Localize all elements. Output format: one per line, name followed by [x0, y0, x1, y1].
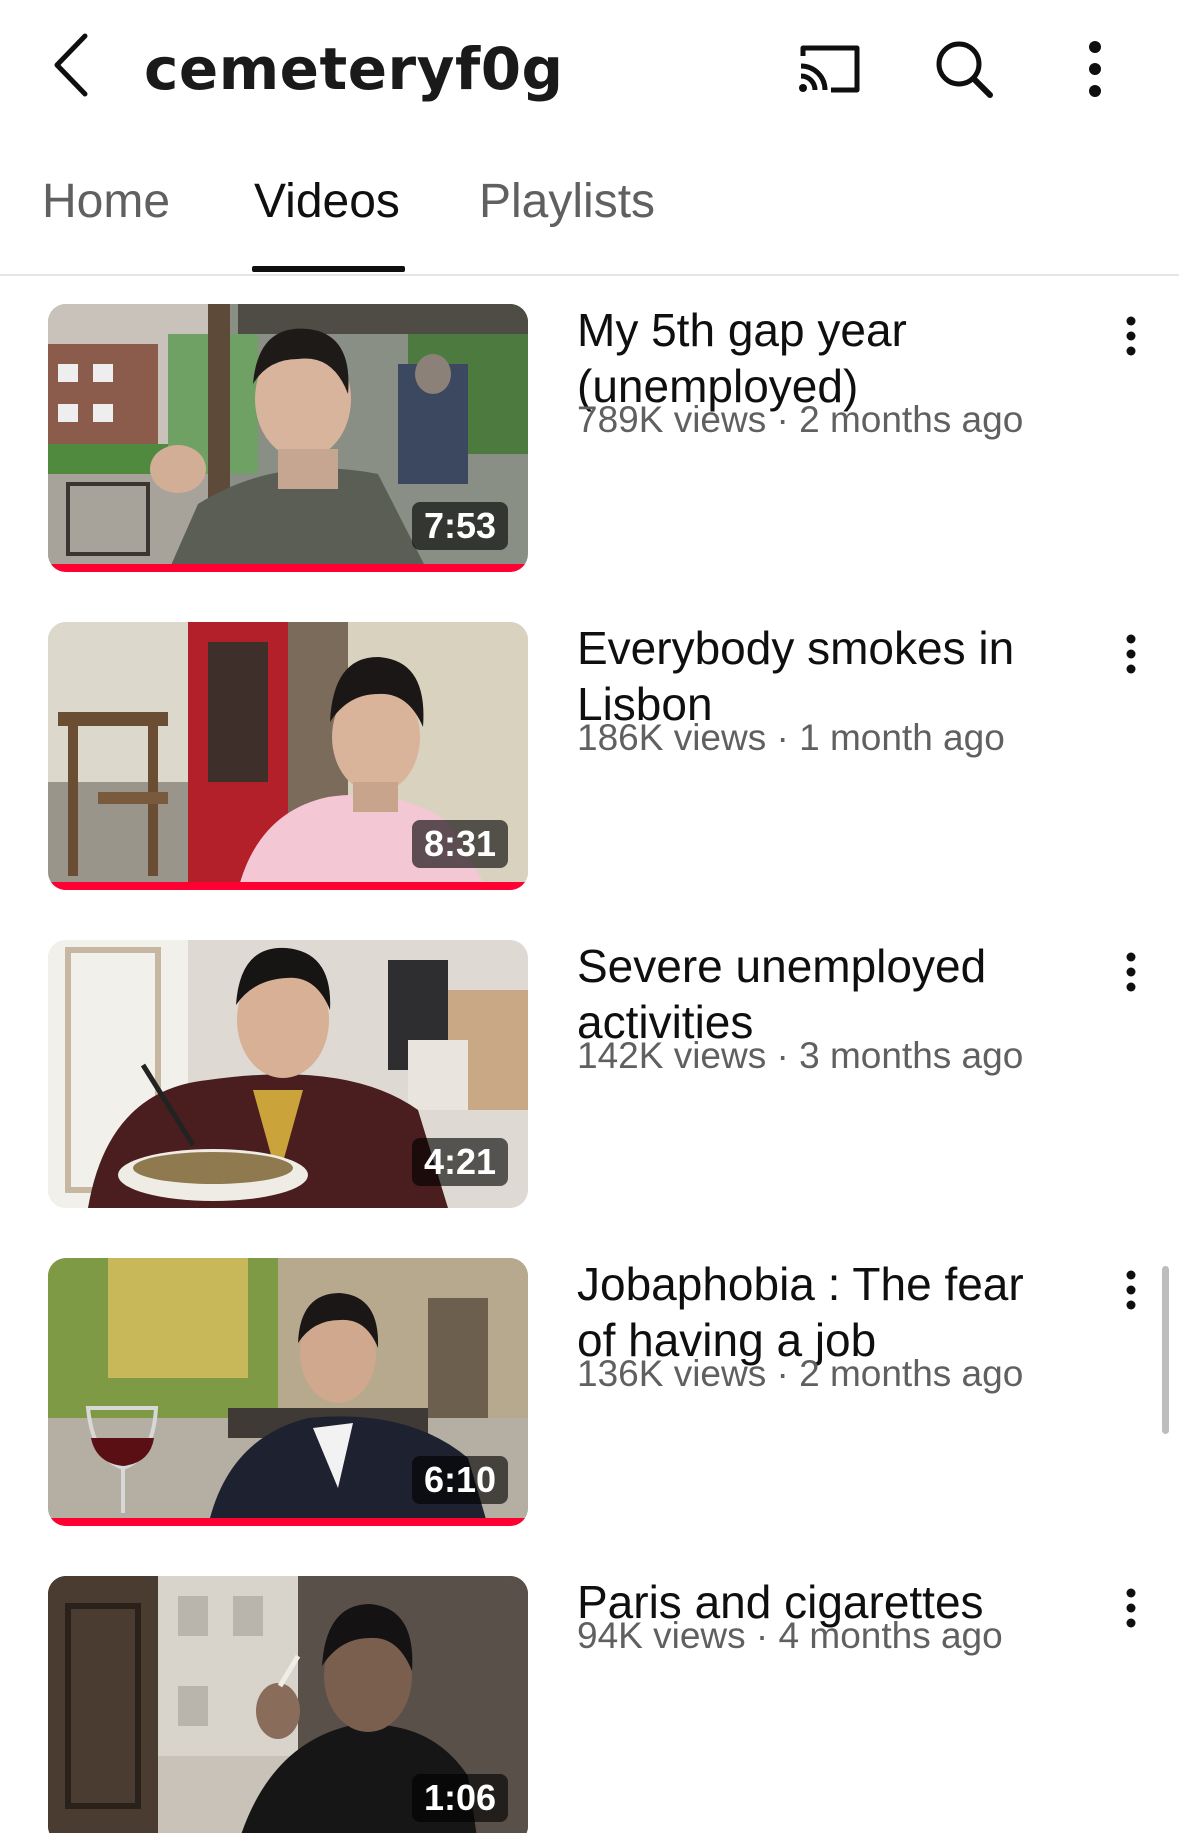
cast-button[interactable] [794, 34, 866, 104]
video-thumbnail[interactable]: 4:21 [48, 940, 528, 1208]
video-duration: 1:06 [411, 1774, 508, 1822]
video-metadata: 186K views · 1 month ago [577, 717, 1005, 758]
search-button[interactable] [928, 34, 1000, 104]
tab-videos[interactable]: Videos [254, 172, 400, 232]
video-item[interactable]: 7:53 My 5th gap year (unemployed) 789K v… [0, 276, 1179, 594]
video-more-button[interactable] [1106, 942, 1156, 1002]
more-vert-icon [1089, 41, 1101, 97]
video-thumbnail[interactable]: 7:53 [48, 304, 528, 572]
video-thumbnail[interactable]: 8:31 [48, 622, 528, 890]
video-duration: 4:21 [411, 1138, 508, 1186]
video-duration: 6:10 [411, 1456, 508, 1504]
more-vert-icon [1126, 1588, 1136, 1628]
video-item[interactable]: 1:06 Paris and cigarettes 94K views · 4 … [0, 1548, 1179, 1833]
video-duration: 8:31 [411, 820, 508, 868]
more-vert-icon [1126, 634, 1136, 674]
video-metadata: 789K views · 2 months ago [577, 399, 1024, 440]
more-vert-icon [1126, 316, 1136, 356]
channel-tabs: Home Videos Playlists [0, 150, 1179, 276]
more-vert-icon [1126, 1270, 1136, 1310]
tab-playlists[interactable]: Playlists [479, 172, 655, 232]
video-metadata: 94K views · 4 months ago [577, 1615, 1003, 1656]
watch-progress-bar [48, 882, 528, 890]
video-more-button[interactable] [1106, 1260, 1156, 1320]
video-more-button[interactable] [1106, 624, 1156, 684]
video-more-button[interactable] [1106, 1578, 1156, 1638]
video-metadata: 136K views · 2 months ago [577, 1353, 1024, 1394]
back-icon [54, 33, 88, 97]
more-options-button[interactable] [1060, 34, 1130, 104]
cast-icon [799, 45, 860, 93]
video-item[interactable]: 8:31 Everybody smokes in Lisbon 186K vie… [0, 594, 1179, 912]
tab-home[interactable]: Home [42, 172, 170, 232]
watch-progress-bar [48, 1518, 528, 1526]
channel-name: cemeteryf0g [144, 35, 564, 103]
video-more-button[interactable] [1106, 306, 1156, 366]
video-thumbnail[interactable]: 1:06 [48, 1576, 528, 1833]
search-icon [936, 41, 993, 98]
scrollbar[interactable] [1162, 1266, 1169, 1434]
back-button[interactable] [40, 30, 102, 100]
more-vert-icon [1126, 952, 1136, 992]
video-metadata: 142K views · 3 months ago [577, 1035, 1024, 1076]
top-app-bar: cemeteryf0g [0, 0, 1179, 140]
video-list[interactable]: 7:53 My 5th gap year (unemployed) 789K v… [0, 276, 1179, 1833]
video-item[interactable]: 4:21 Severe unemployed activities 142K v… [0, 912, 1179, 1230]
watch-progress-bar [48, 564, 528, 572]
active-tab-indicator [252, 266, 405, 272]
video-duration: 7:53 [411, 502, 508, 550]
video-thumbnail[interactable]: 6:10 [48, 1258, 528, 1526]
video-item[interactable]: 6:10 Jobaphobia : The fear of having a j… [0, 1230, 1179, 1548]
